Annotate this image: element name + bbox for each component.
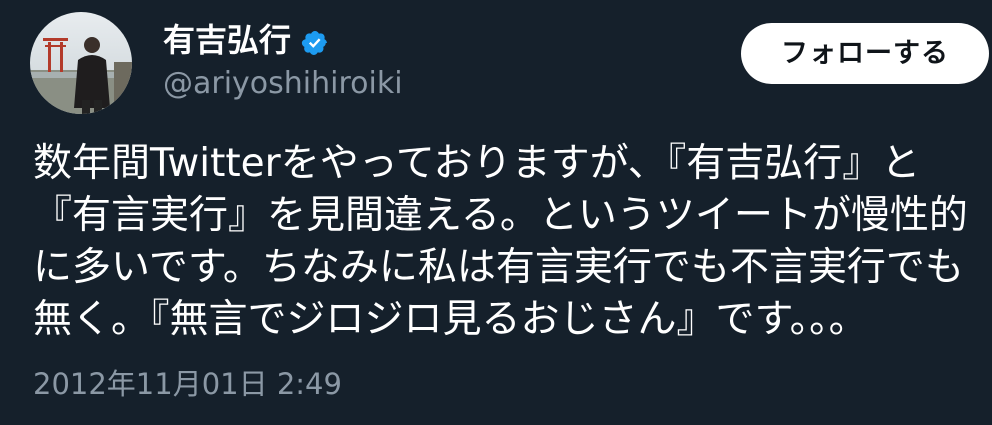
tweet-text-line: 『有言実行』を見間違える。というツイートが慢性的 — [33, 193, 968, 238]
tweet-text: 数年間Twitterをやっておりますが、『有吉弘行』と 『有言実行』を見間違える… — [33, 138, 992, 346]
tweet-text-line: に多いです。ちなみに私は有言実行でも不言実行でも — [33, 245, 964, 290]
tweet-card: 有吉弘行 @ariyoshihiroiki フォローする 数年間Twitterを… — [0, 0, 992, 425]
tweet-timestamp[interactable]: 2012年11月01日 2:49 — [33, 364, 342, 404]
avatar[interactable] — [30, 12, 132, 114]
author-name-text: 有吉弘行 — [163, 21, 292, 59]
tweet-text-line: 無く。『無言でジロジロ見るおじさん』です。。。 — [33, 297, 868, 342]
author-name[interactable]: 有吉弘行 — [163, 20, 329, 60]
avatar-photo — [30, 12, 132, 114]
author-handle[interactable]: @ariyoshihiroiki — [163, 64, 403, 104]
follow-button[interactable]: フォローする — [741, 23, 989, 84]
tweet-text-line: 数年間Twitterをやっておりますが、『有吉弘行』と — [33, 141, 921, 186]
verified-badge-icon — [301, 26, 329, 55]
